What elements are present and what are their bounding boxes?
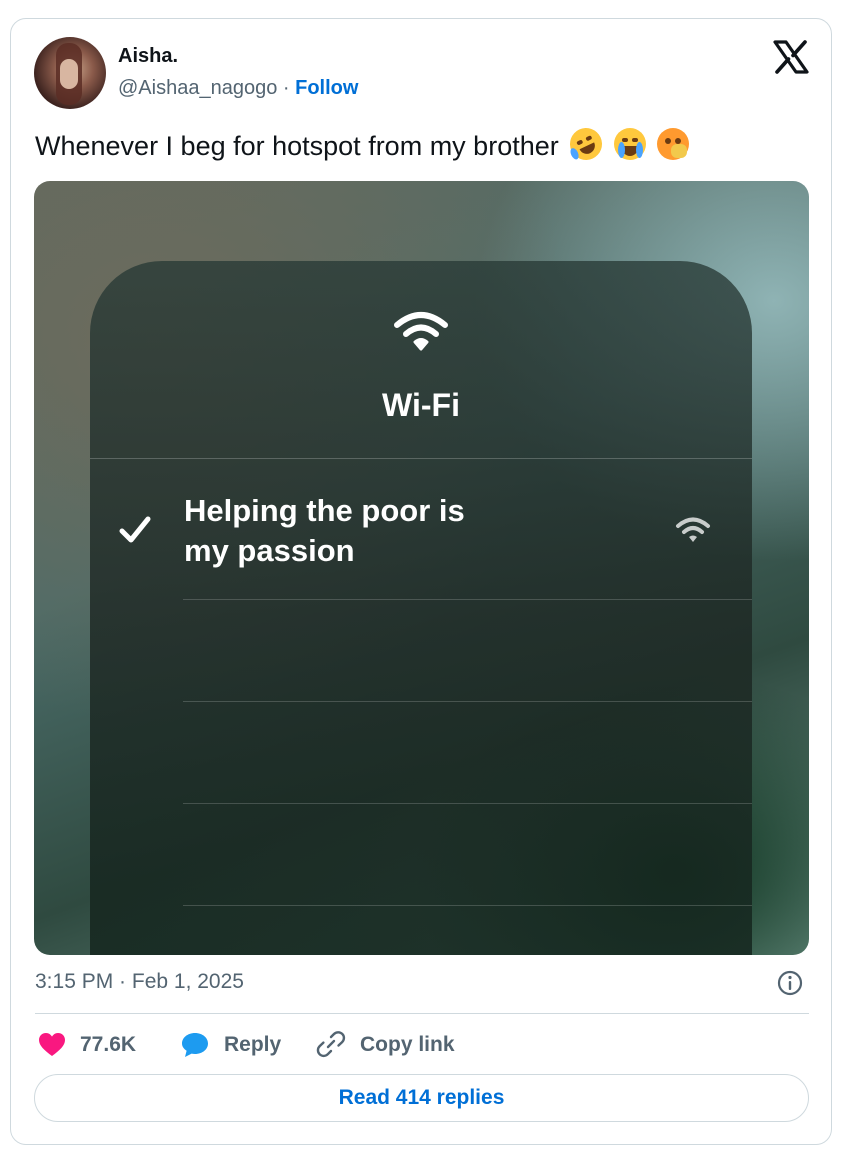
read-replies-label: Read 414 replies bbox=[338, 1086, 505, 1109]
x-logo-icon[interactable] bbox=[773, 40, 809, 74]
reply-bubble-icon bbox=[182, 1033, 208, 1057]
tweet-text-row: Whenever I beg for hotspot from my broth… bbox=[35, 122, 690, 166]
author-handle[interactable]: @Aishaa_nagogo bbox=[118, 77, 277, 99]
info-icon[interactable] bbox=[777, 970, 803, 996]
link-icon bbox=[316, 1031, 346, 1058]
loudly-crying-face-emoji-icon bbox=[613, 128, 646, 160]
reply-label: Reply bbox=[224, 1033, 282, 1056]
copy-link-button[interactable]: Copy link bbox=[316, 1030, 455, 1060]
divider bbox=[183, 803, 752, 804]
like-count: 77.6K bbox=[80, 1033, 137, 1056]
wifi-signal-icon bbox=[676, 517, 710, 542]
copy-link-label: Copy link bbox=[360, 1033, 455, 1056]
author-name[interactable]: Aisha. bbox=[118, 45, 178, 68]
heart-icon bbox=[39, 1033, 65, 1056]
divider bbox=[90, 458, 752, 459]
wifi-title: Wi-Fi bbox=[382, 387, 460, 423]
checkmark-icon bbox=[119, 516, 151, 543]
divider bbox=[183, 701, 752, 702]
divider bbox=[35, 1013, 809, 1014]
face-with-hand-over-mouth-emoji-icon bbox=[657, 128, 690, 160]
divider bbox=[183, 599, 752, 600]
follow-button[interactable]: Follow bbox=[295, 77, 358, 99]
reply-button[interactable]: Reply bbox=[180, 1030, 281, 1060]
tweet-timestamp[interactable]: 3:15 PM · Feb 1, 2025 bbox=[35, 970, 244, 994]
handle-separator: · bbox=[277, 77, 296, 99]
network-name: Helping the poor is my passion bbox=[184, 493, 465, 568]
author-handle-row: @Aishaa_nagogo · Follow bbox=[118, 77, 358, 100]
rolling-on-floor-laughing-emoji-icon bbox=[564, 122, 608, 166]
wifi-panel: Wi-Fi Helping the poor is my passion bbox=[90, 261, 752, 955]
divider bbox=[183, 905, 752, 906]
author-avatar[interactable] bbox=[34, 37, 106, 109]
read-replies-button[interactable]: Read 414 replies bbox=[34, 1074, 809, 1122]
tweet-media-image[interactable]: Wi-Fi Helping the poor is my passion bbox=[34, 181, 809, 955]
wifi-icon bbox=[394, 312, 448, 351]
tweet-text: Whenever I beg for hotspot from my broth… bbox=[35, 131, 559, 161]
like-button[interactable]: 77.6K bbox=[38, 1030, 136, 1060]
